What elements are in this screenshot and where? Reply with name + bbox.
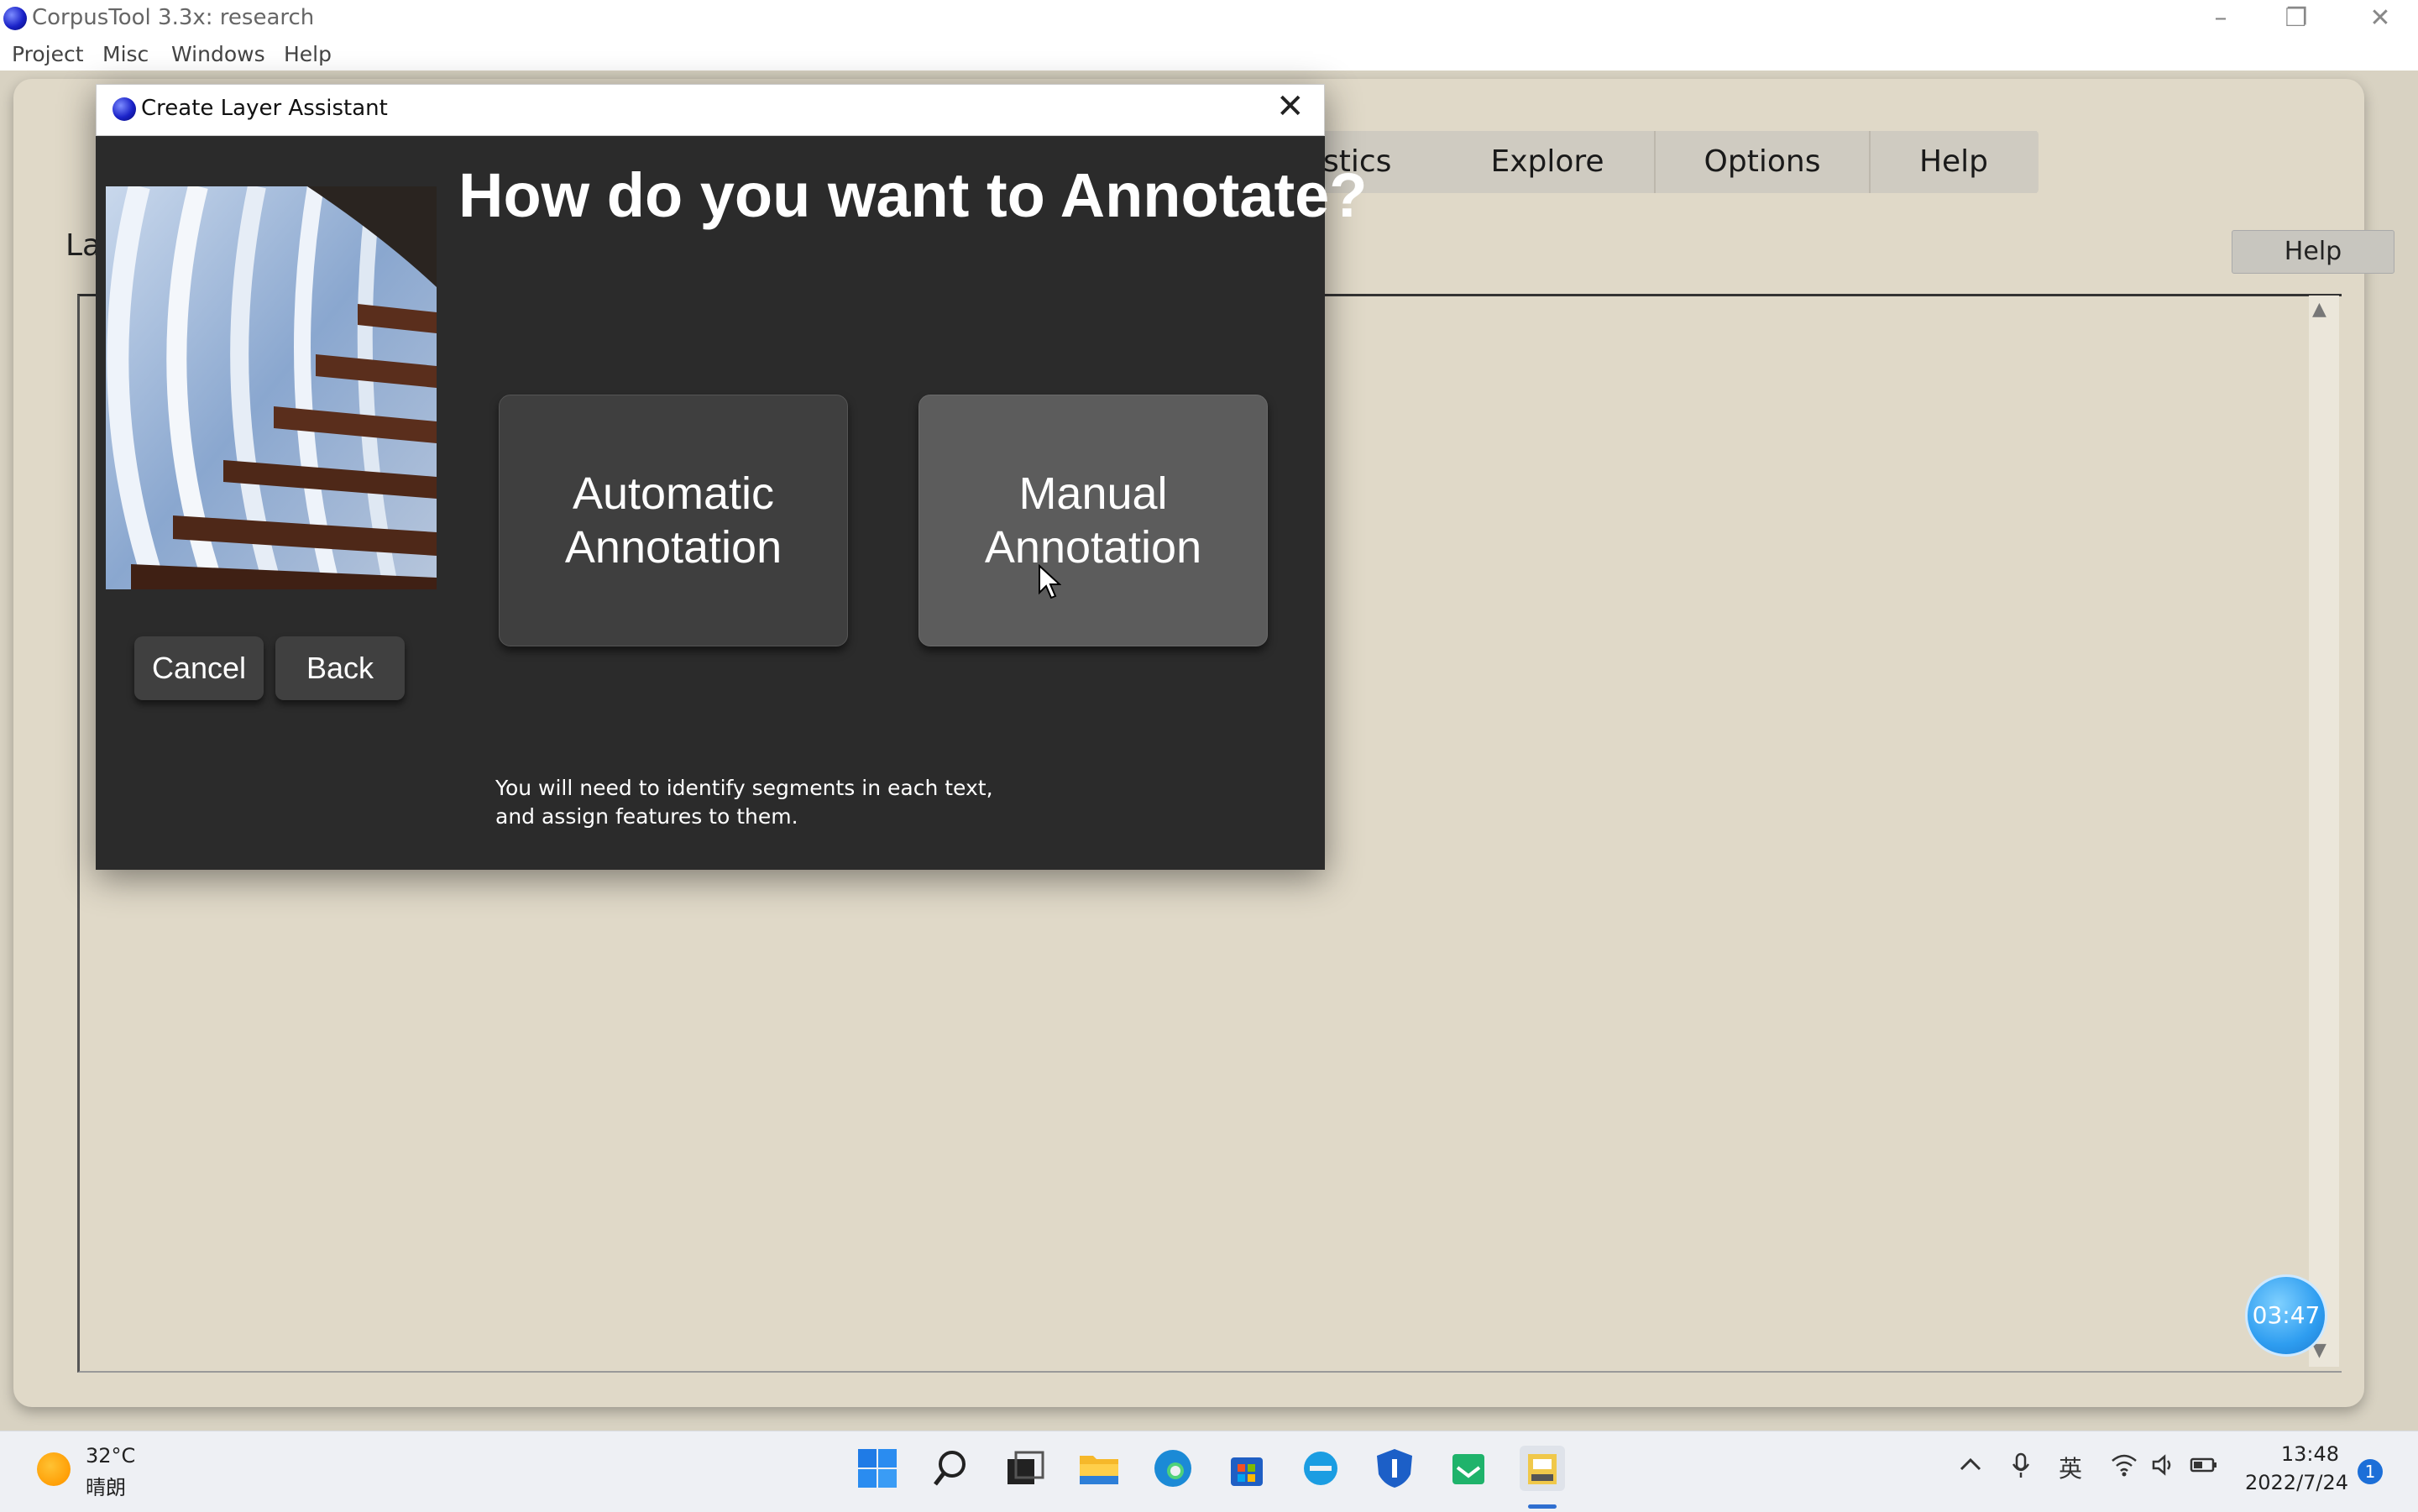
mouse-cursor-icon bbox=[1038, 563, 1062, 603]
clock-time[interactable]: 13:48 bbox=[2247, 1442, 2339, 1466]
automatic-line1: Automatic bbox=[572, 468, 775, 519]
menu-windows[interactable]: Windows bbox=[171, 42, 265, 66]
automatic-annotation-button[interactable]: Automatic Annotation bbox=[499, 395, 848, 646]
notification-badge[interactable]: 1 bbox=[2358, 1459, 2383, 1484]
hint-text: You will need to identify segments in ea… bbox=[495, 774, 1016, 831]
taskbar bbox=[0, 1431, 2418, 1512]
battery-icon[interactable] bbox=[2190, 1452, 2218, 1483]
menu-help[interactable]: Help bbox=[284, 42, 332, 66]
search-icon[interactable] bbox=[929, 1446, 974, 1491]
menu-project[interactable]: Project bbox=[12, 42, 84, 66]
mail-icon[interactable] bbox=[1446, 1446, 1491, 1491]
file-explorer-icon[interactable] bbox=[1076, 1446, 1122, 1491]
app-icon bbox=[3, 7, 27, 30]
tab-help[interactable]: Help bbox=[1871, 131, 2037, 193]
staircase-image bbox=[106, 186, 437, 589]
microphone-icon[interactable] bbox=[2008, 1452, 2033, 1485]
vertical-scrollbar[interactable] bbox=[2309, 296, 2339, 1367]
timer-badge[interactable]: 03:47 bbox=[2245, 1274, 2327, 1357]
edge-icon[interactable] bbox=[1150, 1446, 1196, 1491]
window-title: CorpusTool 3.3x: research bbox=[32, 5, 315, 30]
hint-line-1: You will need to identify segments in ea… bbox=[495, 776, 993, 800]
dialog-heading: How do you want to Annotate? bbox=[458, 160, 1368, 230]
dialog-title: Create Layer Assistant bbox=[141, 96, 388, 121]
weather-description[interactable]: 晴朗 bbox=[86, 1471, 126, 1500]
store-icon[interactable] bbox=[1224, 1446, 1269, 1491]
minimize-button[interactable]: – bbox=[2183, 0, 2258, 39]
menu-misc[interactable]: Misc bbox=[102, 42, 149, 66]
cancel-button[interactable]: Cancel bbox=[134, 636, 264, 700]
help-button[interactable]: Help bbox=[2232, 230, 2394, 274]
corpustool-icon[interactable] bbox=[1520, 1446, 1565, 1491]
manual-line1: Manual bbox=[1018, 468, 1168, 519]
ime-indicator[interactable]: 英 bbox=[2059, 1451, 2082, 1484]
shield-app-icon[interactable] bbox=[1372, 1446, 1417, 1491]
chevron-up-icon[interactable] bbox=[1958, 1452, 1983, 1483]
manual-annotation-button[interactable]: Manual Annotation bbox=[919, 395, 1268, 646]
back-button[interactable]: Back bbox=[275, 636, 405, 700]
manual-line2: Annotation bbox=[984, 522, 1202, 573]
title-bar bbox=[0, 0, 2418, 39]
clock-date[interactable]: 2022/7/24 bbox=[2245, 1471, 2348, 1494]
scroll-up-icon[interactable]: ▲ bbox=[2312, 299, 2326, 320]
dialog-close-button[interactable]: ✕ bbox=[1276, 87, 1305, 126]
windows-start-icon[interactable] bbox=[855, 1446, 900, 1491]
volume-icon[interactable] bbox=[2151, 1452, 2176, 1483]
weather-sun-icon[interactable] bbox=[37, 1452, 71, 1486]
dialog-app-icon bbox=[113, 97, 136, 121]
wifi-icon[interactable] bbox=[2111, 1452, 2138, 1483]
hint-line-2: and assign features to them. bbox=[495, 804, 798, 829]
ie-icon[interactable] bbox=[1298, 1446, 1343, 1491]
menu-bar bbox=[0, 39, 2418, 71]
close-window-button[interactable]: ✕ bbox=[2342, 0, 2418, 39]
maximize-button[interactable]: ❐ bbox=[2258, 0, 2334, 39]
task-view-icon[interactable] bbox=[1002, 1446, 1048, 1491]
tab-explore[interactable]: Explore bbox=[1441, 131, 1656, 193]
weather-temperature[interactable]: 32°C bbox=[86, 1444, 135, 1468]
tab-options[interactable]: Options bbox=[1656, 131, 1871, 193]
automatic-line2: Annotation bbox=[564, 522, 782, 573]
active-app-indicator bbox=[1528, 1504, 1557, 1509]
